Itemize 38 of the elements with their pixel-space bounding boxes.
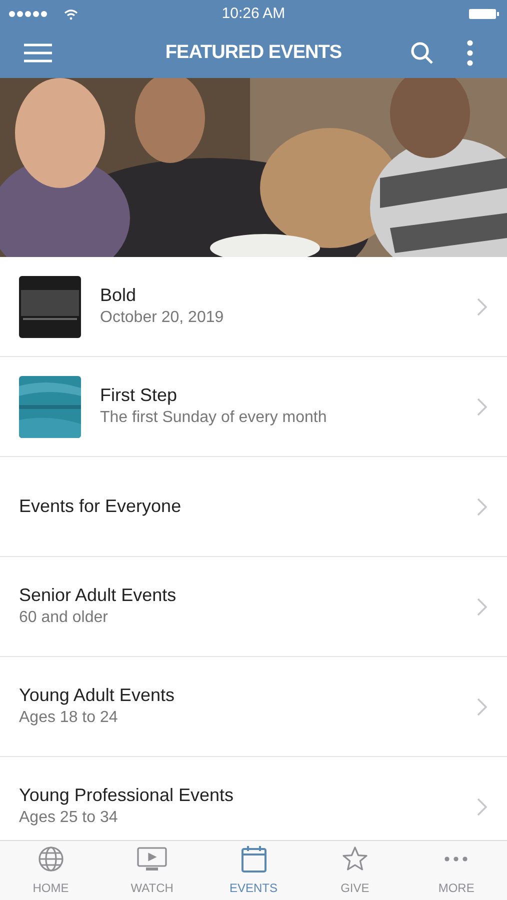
event-title: Senior Adult Events xyxy=(19,584,178,607)
tv-play-icon xyxy=(137,846,168,872)
event-row[interactable]: Bold October 20, 2019 xyxy=(0,257,507,357)
more-options-icon xyxy=(467,40,473,66)
screen-title: FEATURED EVENTS xyxy=(165,40,342,65)
menu-button[interactable] xyxy=(24,41,54,65)
tab-bar-item[interactable]: EVENTS xyxy=(202,841,304,900)
event-subtitle: Ages 18 to 24 xyxy=(19,708,119,728)
event-subtitle: October 20, 2019 xyxy=(100,308,225,328)
event-subtitle: 60 and older xyxy=(19,608,109,628)
battery-icon xyxy=(469,8,499,20)
search-button[interactable] xyxy=(409,40,435,66)
chevron-icon xyxy=(477,698,487,716)
event-title: Events for Everyone xyxy=(19,495,182,518)
chevron-icon xyxy=(477,398,487,416)
event-title: Bold xyxy=(100,284,138,307)
event-row[interactable]: Senior Adult Events 60 and older xyxy=(0,557,507,657)
status-time: 10:26 AM xyxy=(222,4,286,24)
more-options-button[interactable] xyxy=(465,39,475,67)
calendar-icon xyxy=(240,845,267,873)
event-title: First Step xyxy=(100,384,178,407)
event-title: Young Professional Events xyxy=(19,784,234,807)
star-icon xyxy=(342,846,368,872)
menu-icon xyxy=(24,43,52,63)
event-subtitle: The first Sunday of every month xyxy=(100,408,328,428)
chevron-icon xyxy=(477,498,487,516)
event-row[interactable]: Events for Everyone xyxy=(0,457,507,557)
search-icon xyxy=(410,41,434,65)
chevron-icon xyxy=(477,298,487,316)
wifi-icon xyxy=(64,8,78,20)
event-row[interactable]: Young Adult Events Ages 18 to 24 xyxy=(0,657,507,757)
globe-icon xyxy=(38,846,64,872)
event-row[interactable]: First Step The first Sunday of every month xyxy=(0,357,507,457)
event-title: Young Adult Events xyxy=(19,684,176,707)
chevron-icon xyxy=(477,598,487,616)
more-icon xyxy=(444,856,468,862)
event-subtitle: Ages 25 to 34 xyxy=(19,808,119,828)
chevron-icon xyxy=(477,798,487,816)
